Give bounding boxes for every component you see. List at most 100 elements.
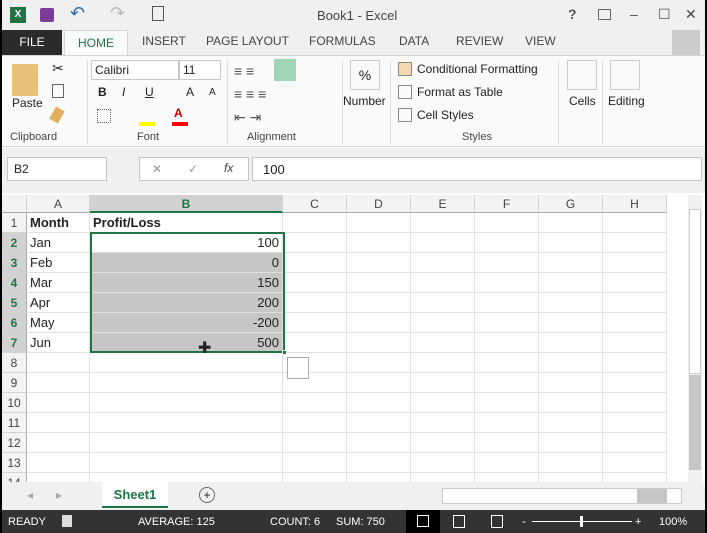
cell-d14[interactable] bbox=[347, 473, 411, 482]
font-name-select[interactable]: Calibri bbox=[91, 60, 179, 80]
tab-data[interactable]: DATA bbox=[399, 34, 429, 48]
column-header-f[interactable]: F bbox=[475, 195, 539, 213]
cell-g4[interactable] bbox=[539, 273, 603, 293]
redo-icon[interactable]: ↷ bbox=[110, 3, 125, 24]
column-header-b[interactable]: B bbox=[90, 195, 283, 213]
cell-d10[interactable] bbox=[347, 393, 411, 413]
cell-g12[interactable] bbox=[539, 433, 603, 453]
maximize-button[interactable]: ☐ bbox=[658, 6, 671, 23]
cell-c13[interactable] bbox=[283, 453, 347, 473]
cell-b12[interactable] bbox=[90, 433, 283, 453]
cell-f5[interactable] bbox=[475, 293, 539, 313]
save-icon[interactable] bbox=[40, 8, 54, 22]
user-avatar[interactable] bbox=[672, 30, 700, 55]
cell-a8[interactable] bbox=[27, 353, 90, 373]
number-button[interactable]: Number bbox=[343, 94, 386, 108]
tab-file[interactable]: FILE bbox=[2, 30, 62, 55]
cell-f14[interactable] bbox=[475, 473, 539, 482]
cell-e3[interactable] bbox=[411, 253, 475, 273]
cell-f13[interactable] bbox=[475, 453, 539, 473]
column-header-d[interactable]: D bbox=[347, 195, 411, 213]
cell-b13[interactable] bbox=[90, 453, 283, 473]
cell-f12[interactable] bbox=[475, 433, 539, 453]
cell-a10[interactable] bbox=[27, 393, 90, 413]
cell-g3[interactable] bbox=[539, 253, 603, 273]
cell-b5[interactable]: 200 bbox=[90, 293, 283, 313]
cell-b7[interactable]: 500 bbox=[90, 333, 283, 353]
zoom-level[interactable]: 100% bbox=[659, 516, 687, 528]
cell-b8[interactable] bbox=[90, 353, 283, 373]
paste-button[interactable]: Paste bbox=[12, 96, 43, 110]
row-header-10[interactable]: 10 bbox=[2, 393, 27, 413]
tab-home[interactable]: HOME bbox=[64, 30, 128, 56]
cell-h14[interactable] bbox=[603, 473, 667, 482]
paste-icon[interactable] bbox=[12, 64, 38, 96]
formula-input[interactable]: 100 bbox=[252, 157, 702, 181]
worksheet-grid[interactable]: A B C D E F G H 1 Month Profit/Loss 2 Jan 100 3 Feb 0 4 Ma… bbox=[2, 195, 687, 482]
format-as-table-button[interactable]: Format as Table bbox=[417, 85, 503, 99]
underline-button[interactable]: U bbox=[145, 85, 154, 99]
cell-a7[interactable]: Jun bbox=[27, 333, 90, 353]
cell-d11[interactable] bbox=[347, 413, 411, 433]
column-header-e[interactable]: E bbox=[411, 195, 475, 213]
cell-a1[interactable]: Month bbox=[27, 213, 90, 233]
next-sheet-icon[interactable]: ▸ bbox=[56, 488, 62, 502]
cell-e5[interactable] bbox=[411, 293, 475, 313]
cell-d4[interactable] bbox=[347, 273, 411, 293]
tab-page-layout[interactable]: PAGE LAYOUT bbox=[206, 34, 289, 48]
cell-e1[interactable] bbox=[411, 213, 475, 233]
cell-e10[interactable] bbox=[411, 393, 475, 413]
cell-d1[interactable] bbox=[347, 213, 411, 233]
prev-sheet-icon[interactable]: ◂ bbox=[27, 488, 33, 502]
cell-c2[interactable] bbox=[283, 233, 347, 253]
zoom-out-button[interactable]: - bbox=[522, 516, 526, 528]
cell-a12[interactable] bbox=[27, 433, 90, 453]
minimize-button[interactable]: – bbox=[630, 6, 638, 22]
tab-formulas[interactable]: FORMULAS bbox=[309, 34, 376, 48]
cell-d3[interactable] bbox=[347, 253, 411, 273]
cell-h6[interactable] bbox=[603, 313, 667, 333]
cell-d5[interactable] bbox=[347, 293, 411, 313]
cell-h11[interactable] bbox=[603, 413, 667, 433]
cell-a5[interactable]: Apr bbox=[27, 293, 90, 313]
new-sheet-button[interactable]: + bbox=[199, 487, 215, 503]
percent-icon[interactable]: % bbox=[350, 60, 380, 90]
cell-g7[interactable] bbox=[539, 333, 603, 353]
cell-g1[interactable] bbox=[539, 213, 603, 233]
cell-d13[interactable] bbox=[347, 453, 411, 473]
cell-f4[interactable] bbox=[475, 273, 539, 293]
copy-icon[interactable] bbox=[52, 84, 64, 98]
cell-e12[interactable] bbox=[411, 433, 475, 453]
cell-b1[interactable]: Profit/Loss bbox=[90, 213, 283, 233]
cell-a3[interactable]: Feb bbox=[27, 253, 90, 273]
cell-f10[interactable] bbox=[475, 393, 539, 413]
cell-e2[interactable] bbox=[411, 233, 475, 253]
cell-f3[interactable] bbox=[475, 253, 539, 273]
cell-g14[interactable] bbox=[539, 473, 603, 482]
zoom-in-button[interactable]: + bbox=[635, 516, 641, 528]
cell-h1[interactable] bbox=[603, 213, 667, 233]
cell-f2[interactable] bbox=[475, 233, 539, 253]
cell-h3[interactable] bbox=[603, 253, 667, 273]
cell-b11[interactable] bbox=[90, 413, 283, 433]
name-box[interactable]: B2 bbox=[7, 157, 107, 181]
help-button[interactable]: ? bbox=[568, 6, 577, 22]
cell-a13[interactable] bbox=[27, 453, 90, 473]
insert-function-icon[interactable]: fx bbox=[224, 161, 233, 175]
row-header-12[interactable]: 12 bbox=[2, 433, 27, 453]
borders-icon[interactable] bbox=[97, 109, 111, 123]
cell-b3[interactable]: 0 bbox=[90, 253, 283, 273]
undo-icon[interactable]: ↶ bbox=[70, 3, 85, 24]
horizontal-scrollbar[interactable] bbox=[442, 488, 682, 504]
cell-c4[interactable] bbox=[283, 273, 347, 293]
fill-handle[interactable] bbox=[282, 350, 287, 355]
cell-g11[interactable] bbox=[539, 413, 603, 433]
cell-a14[interactable] bbox=[27, 473, 90, 482]
row-header-2[interactable]: 2 bbox=[2, 233, 27, 253]
cell-c6[interactable] bbox=[283, 313, 347, 333]
enter-icon[interactable]: ✓ bbox=[188, 162, 198, 176]
font-color-button[interactable]: A bbox=[174, 106, 183, 120]
cell-f1[interactable] bbox=[475, 213, 539, 233]
cell-c3[interactable] bbox=[283, 253, 347, 273]
cell-c1[interactable] bbox=[283, 213, 347, 233]
